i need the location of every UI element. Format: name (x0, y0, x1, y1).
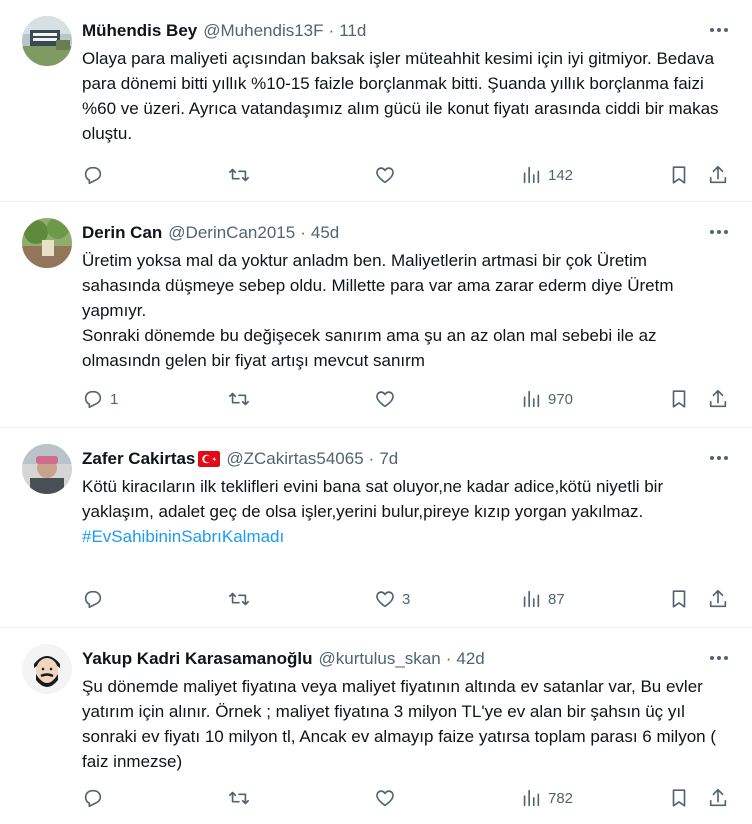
like-button[interactable]: 3 (374, 584, 410, 614)
share-button[interactable] (707, 160, 729, 190)
bookmark-button[interactable] (668, 783, 690, 813)
avatar[interactable] (22, 444, 72, 494)
tweet[interactable]: Derin Can @DerinCan2015 · 45d Üretim yok… (0, 202, 752, 428)
share-icon (709, 389, 727, 408)
share-button[interactable] (707, 783, 729, 813)
tweet[interactable]: Yakup Kadri Karasamanoğlu @kurtulus_skan… (0, 628, 752, 824)
views-count: 970 (548, 390, 574, 408)
retweet-icon (229, 791, 249, 805)
tweet-header: Yakup Kadri Karasamanoğlu @kurtulus_skan… (82, 646, 692, 672)
bookmark-icon (672, 789, 686, 807)
share-icon (709, 165, 727, 184)
user-handle[interactable]: @ZCakirtas54065 (226, 449, 363, 469)
views-chart-icon (523, 590, 540, 608)
avatar[interactable] (22, 16, 72, 66)
like-count: 3 (402, 590, 411, 608)
retweet-button[interactable] (228, 783, 256, 813)
reply-icon (84, 390, 102, 409)
share-button[interactable] (707, 584, 729, 614)
timestamp[interactable]: 45d (311, 223, 339, 243)
views-count: 142 (548, 166, 574, 184)
like-button[interactable] (374, 783, 402, 813)
heart-icon (376, 790, 394, 807)
heart-icon (376, 167, 394, 184)
reply-icon (84, 166, 102, 185)
bookmark-button[interactable] (668, 384, 690, 414)
turkey-flag-icon (198, 451, 221, 467)
views-button[interactable]: 970 (520, 384, 573, 414)
reply-icon (84, 590, 102, 609)
user-handle[interactable]: @DerinCan2015 (168, 223, 295, 243)
separator-dot: · (328, 21, 335, 40)
bookmark-icon (672, 390, 686, 408)
reply-button[interactable] (82, 160, 110, 190)
user-handle[interactable]: @Muhendis13F (203, 21, 323, 41)
retweet-icon (229, 392, 249, 406)
timestamp[interactable]: 11d (339, 21, 366, 41)
tweet-text: Kötü kiracıların ilk teklifleri evini ba… (82, 474, 727, 549)
more-horizontal-icon[interactable] (706, 648, 732, 668)
display-name[interactable]: Mühendis Bey (82, 21, 197, 41)
tweet-header: Zafer Cakirtas @ZCakirtas54065 · 7d (82, 446, 692, 472)
bookmark-icon (672, 590, 686, 608)
separator-dot: · (445, 649, 452, 668)
tweet-text: Üretim yoksa mal da yoktur anladm ben. M… (82, 251, 674, 370)
reply-count: 1 (110, 390, 119, 408)
reply-button[interactable] (82, 584, 110, 614)
timestamp[interactable]: 7d (379, 449, 398, 469)
hashtag-link[interactable]: #EvSahibininSabrıKalmadı (82, 527, 284, 546)
views-count: 782 (548, 789, 574, 807)
timestamp[interactable]: 42d (456, 649, 484, 669)
views-button[interactable]: 142 (520, 160, 573, 190)
bookmark-icon (672, 166, 686, 184)
display-name[interactable]: Zafer Cakirtas (82, 449, 195, 469)
share-icon (709, 589, 727, 608)
heart-icon (376, 391, 394, 408)
avatar[interactable] (22, 218, 72, 268)
views-chart-icon (523, 390, 540, 408)
tweet-actions: 782 (82, 783, 732, 813)
tweet[interactable]: Mühendis Bey @Muhendis13F · 11d Olaya pa… (0, 0, 752, 202)
tweet-text: Şu dönemde maliyet fiyatına veya maliyet… (82, 677, 721, 771)
tweet-body: Kötü kiracıların ilk teklifleri evini ba… (82, 477, 668, 521)
more-horizontal-icon[interactable] (706, 448, 732, 468)
views-chart-icon (523, 166, 540, 184)
tweet[interactable]: Zafer Cakirtas @ZCakirtas54065 · 7d Kötü… (0, 428, 752, 628)
tweet-header: Mühendis Bey @Muhendis13F · 11d (82, 18, 692, 44)
retweet-button[interactable] (228, 584, 256, 614)
avatar[interactable] (22, 644, 72, 694)
tweet-header: Derin Can @DerinCan2015 · 45d (82, 220, 692, 246)
separator-dot: · (300, 223, 306, 242)
tweet-actions: 142 (82, 160, 732, 190)
share-button[interactable] (707, 384, 729, 414)
reply-button[interactable]: 1 (82, 384, 118, 414)
more-horizontal-icon[interactable] (706, 222, 732, 242)
tweet-actions: 1 970 (82, 384, 732, 414)
retweet-button[interactable] (228, 160, 256, 190)
share-icon (709, 788, 727, 807)
separator-dot: · (368, 449, 375, 468)
like-button[interactable] (374, 384, 402, 414)
views-button[interactable]: 87 (520, 584, 565, 614)
more-horizontal-icon[interactable] (706, 20, 732, 40)
tweet-text: Olaya para maliyeti açısından baksak işl… (82, 49, 724, 143)
reply-icon (84, 789, 102, 808)
views-button[interactable]: 782 (520, 783, 573, 813)
views-count: 87 (548, 590, 565, 608)
views-chart-icon (523, 789, 540, 807)
display-name[interactable]: Yakup Kadri Karasamanoğlu (82, 649, 313, 669)
bookmark-button[interactable] (668, 584, 690, 614)
tweet-actions: 3 87 (82, 584, 732, 614)
bookmark-button[interactable] (668, 160, 690, 190)
reply-button[interactable] (82, 783, 110, 813)
retweet-button[interactable] (228, 384, 256, 414)
retweet-icon (229, 168, 249, 182)
heart-icon (376, 591, 394, 608)
like-button[interactable] (374, 160, 402, 190)
retweet-icon (229, 592, 249, 606)
user-handle[interactable]: @kurtulus_skan (319, 649, 441, 669)
display-name[interactable]: Derin Can (82, 223, 162, 243)
